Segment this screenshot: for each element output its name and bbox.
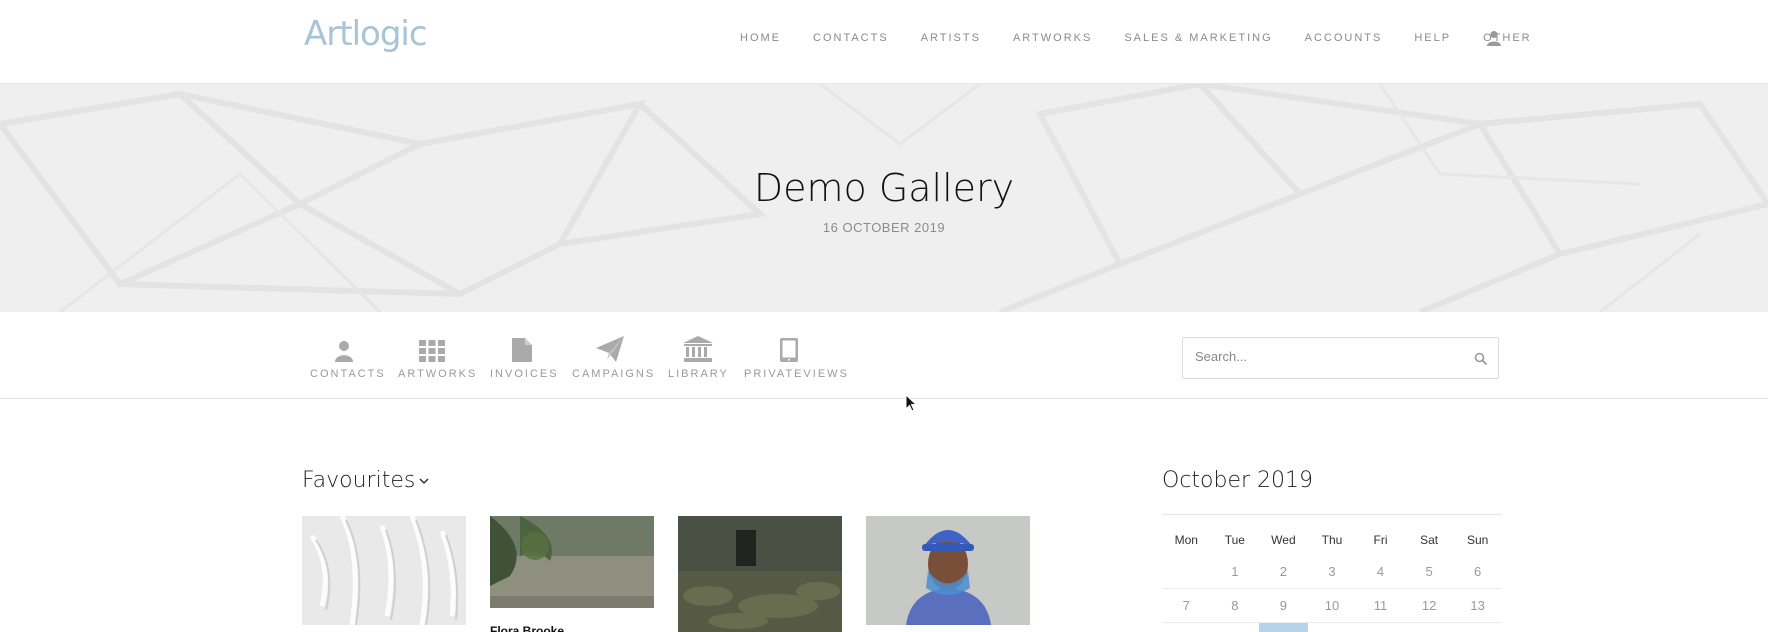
artwork-thumbnail	[866, 516, 1030, 625]
calendar-day[interactable]: 4	[1356, 555, 1405, 588]
user-icon[interactable]	[1486, 30, 1502, 46]
calendar-day-today[interactable]: 16	[1259, 623, 1308, 632]
current-date: 16 OCTOBER 2019	[822, 220, 946, 235]
calendar-day[interactable]: 11	[1356, 589, 1405, 622]
weekday-label: Sat	[1420, 533, 1439, 547]
artlogic-logo[interactable]: Artlogic	[304, 14, 428, 54]
shortcut-label: ARTWORKS	[398, 368, 478, 380]
favourite-artwork-4[interactable]	[866, 516, 1030, 625]
weekday-label: Wed	[1271, 533, 1296, 547]
calendar-day[interactable]: 9	[1259, 589, 1308, 622]
calendar-day[interactable]: 1	[1211, 555, 1260, 588]
mouse-cursor-icon	[905, 394, 917, 412]
document-icon	[512, 338, 532, 362]
nav-contacts[interactable]: CONTACTS	[813, 32, 889, 44]
calendar-weekday-header: Mon Tue Wed Thu Fri Sat Sun	[1162, 533, 1502, 547]
favourite-artwork-3[interactable]	[678, 516, 842, 632]
calendar-week: 1 2 3 4 5 6	[1162, 555, 1502, 589]
calendar-week: 7 8 9 10 11 12 13	[1162, 589, 1502, 623]
shortcut-label: LIBRARY	[668, 368, 729, 380]
artwork-thumbnail	[302, 516, 466, 625]
favourites-header[interactable]: Favourites	[302, 468, 429, 493]
shortcut-label: CONTACTS	[310, 368, 386, 380]
calendar: Mon Tue Wed Thu Fri Sat Sun 1 2 3 4 5 6 …	[1162, 514, 1502, 632]
calendar-day[interactable]: 19	[1405, 623, 1454, 632]
calendar-day[interactable]: 2	[1259, 555, 1308, 588]
calendar-day-cell: 16	[1259, 623, 1308, 632]
shortcut-bar: CONTACTS ARTWORKS INVOICES CAMPAIGNS LIB…	[0, 312, 1768, 399]
calendar-day[interactable]: 20	[1453, 623, 1502, 632]
nav-accounts[interactable]: ACCOUNTS	[1305, 32, 1383, 44]
artwork-caption[interactable]: Flora Brooke	[490, 624, 564, 632]
grid-icon	[419, 340, 445, 362]
calendar-day	[1162, 555, 1211, 588]
shortcut-privateviews[interactable]: PRIVATEVIEWS	[744, 334, 849, 380]
search-icon[interactable]	[1474, 352, 1488, 366]
nav-artists[interactable]: ARTISTS	[921, 32, 981, 44]
hero-banner: Demo Gallery 16 OCTOBER 2019	[0, 84, 1768, 312]
calendar-day[interactable]: 13	[1453, 589, 1502, 622]
calendar-day[interactable]: 12	[1405, 589, 1454, 622]
nav-artworks[interactable]: ARTWORKS	[1013, 32, 1092, 44]
calendar-day[interactable]: 7	[1162, 589, 1211, 622]
calendar-day[interactable]: 10	[1308, 589, 1357, 622]
weekday-label: Fri	[1373, 533, 1388, 547]
artwork-thumbnail	[490, 516, 654, 608]
main-nav: HOME CONTACTS ARTISTS ARTWORKS SALES & M…	[740, 32, 1564, 44]
weekday-label: Tue	[1224, 533, 1245, 547]
shortcut-contacts[interactable]: CONTACTS	[310, 334, 386, 380]
calendar-day[interactable]: 17	[1308, 623, 1357, 632]
gallery-title: Demo Gallery	[753, 166, 1015, 210]
favourite-artwork-1[interactable]	[302, 516, 466, 625]
nav-help[interactable]: HELP	[1414, 32, 1451, 44]
shortcut-label: INVOICES	[490, 368, 559, 380]
calendar-day[interactable]: 14	[1162, 623, 1211, 632]
tablet-icon	[780, 338, 798, 362]
calendar-month-title: October 2019	[1162, 468, 1314, 493]
shortcut-campaigns[interactable]: CAMPAIGNS	[572, 334, 656, 380]
person-icon	[335, 341, 353, 362]
search-box	[1182, 337, 1499, 379]
nav-home[interactable]: HOME	[740, 32, 781, 44]
paper-plane-icon	[596, 336, 624, 362]
chevron-down-icon	[419, 478, 429, 485]
weekday-label: Thu	[1321, 533, 1343, 547]
bank-icon	[683, 336, 713, 362]
calendar-week: 14 15 16 17 18 19 20	[1162, 623, 1502, 632]
calendar-day[interactable]: 8	[1211, 589, 1260, 622]
top-navigation-bar: Artlogic HOME CONTACTS ARTISTS ARTWORKS …	[0, 0, 1768, 84]
favourites-title: Favourites	[302, 468, 416, 493]
nav-sales-marketing[interactable]: SALES & MARKETING	[1124, 32, 1272, 44]
calendar-day[interactable]: 18	[1356, 623, 1405, 632]
shortcut-label: PRIVATEVIEWS	[744, 368, 849, 380]
search-input[interactable]	[1195, 349, 1455, 364]
calendar-day[interactable]: 3	[1308, 555, 1357, 588]
weekday-label: Sun	[1466, 533, 1489, 547]
calendar-day[interactable]: 15	[1211, 623, 1260, 632]
favourite-artwork-2[interactable]: Flora Brooke	[490, 516, 654, 632]
shortcut-artworks[interactable]: ARTWORKS	[398, 334, 478, 380]
shortcut-invoices[interactable]: INVOICES	[490, 334, 559, 380]
calendar-day[interactable]: 6	[1453, 555, 1502, 588]
shortcut-label: CAMPAIGNS	[572, 368, 656, 380]
artwork-thumbnail	[678, 516, 842, 632]
weekday-label: Mon	[1174, 533, 1198, 547]
shortcut-library[interactable]: LIBRARY	[668, 334, 728, 380]
calendar-day[interactable]: 5	[1405, 555, 1454, 588]
